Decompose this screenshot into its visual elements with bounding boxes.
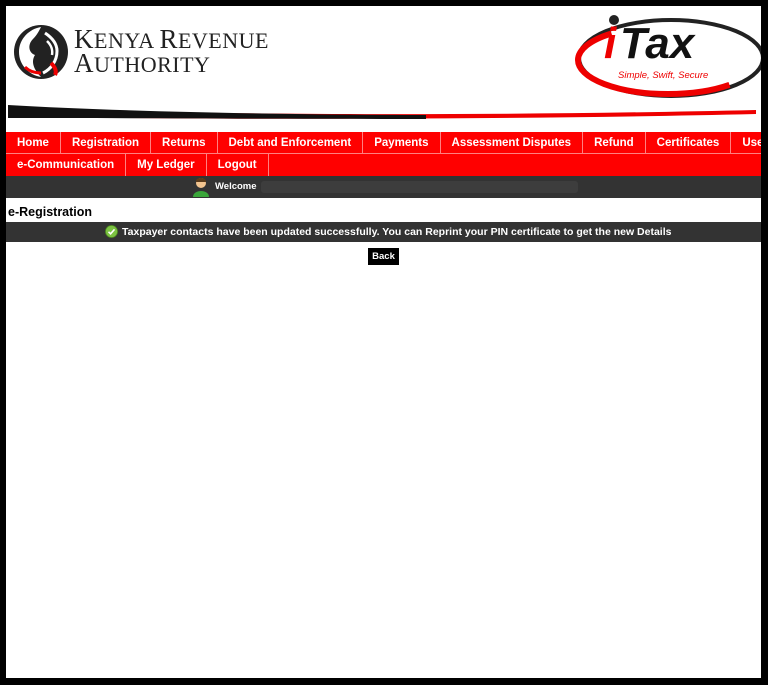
back-button[interactable]: Back <box>368 248 399 265</box>
nav-item-certificates[interactable]: Certificates <box>645 132 732 154</box>
kra-name-line2: AUTHORITY <box>74 48 211 78</box>
nav-item-returns[interactable]: Returns <box>151 132 218 154</box>
nav-item-refund[interactable]: Refund <box>583 132 646 154</box>
nav-item-payments[interactable]: Payments <box>363 132 441 154</box>
svg-text:i: i <box>604 19 617 68</box>
kra-org-name: KENYA REVENUE AUTHORITY <box>74 24 269 78</box>
nav-item-e-communication[interactable]: e-Communication <box>6 154 127 176</box>
nav-item-logout[interactable]: Logout <box>207 154 269 176</box>
nav-item-my-ledger[interactable]: My Ledger <box>126 154 207 176</box>
itax-logo: i Tax Simple, Swift, Secure <box>575 15 761 98</box>
nav-item-assessment-disputes[interactable]: Assessment Disputes <box>440 132 584 154</box>
itax-brand-text: Tax <box>620 19 696 68</box>
main-nav: Home Registration Returns Debt and Enforcem… <box>6 132 761 176</box>
kra-name-line1: KENYA REVENUE <box>74 24 269 54</box>
nav-item-home[interactable]: Home <box>6 132 61 154</box>
welcome-bar: Welcome <box>6 176 761 198</box>
success-message-text: Taxpayer contacts have been updated succ… <box>122 226 672 238</box>
success-check-icon <box>105 225 118 238</box>
page-frame: KENYA REVENUE AUTHORITY i Tax Simple, Sw… <box>6 6 761 678</box>
nav-row-primary: Home Registration Returns Debt and Enforcem… <box>6 132 761 154</box>
nav-row-secondary: e-Communication My Ledger Logout <box>6 154 269 176</box>
redacted-user-name <box>261 181 578 193</box>
user-avatar-icon <box>193 178 209 197</box>
nav-item-debt-and-enforcement[interactable]: Debt and Enforcement <box>217 132 364 154</box>
welcome-label: Welcome <box>215 181 257 192</box>
header-swoosh-divider <box>8 105 756 119</box>
nav-item-useful-links[interactable]: Useful Links <box>731 132 761 154</box>
page-title: e-Registration <box>8 205 93 219</box>
header: KENYA REVENUE AUTHORITY i Tax Simple, Sw… <box>6 6 761 132</box>
success-message-bar: Taxpayer contacts have been updated succ… <box>6 222 761 242</box>
itax-tagline: Simple, Swift, Secure <box>618 70 708 81</box>
kra-lion-logo <box>14 25 68 79</box>
nav-item-registration[interactable]: Registration <box>60 132 152 154</box>
